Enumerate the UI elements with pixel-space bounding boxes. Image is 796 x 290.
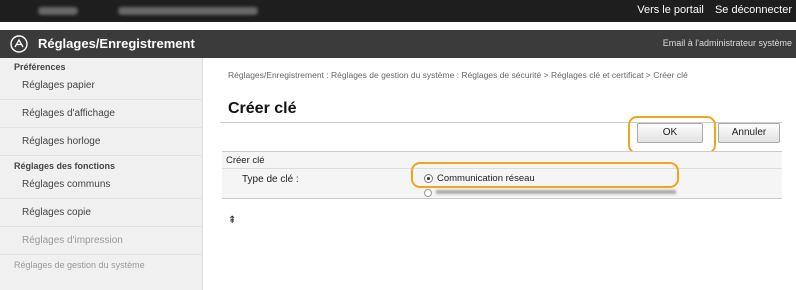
sidebar-item-copy-settings[interactable]: Réglages copie [0,199,202,227]
section-title: Créer clé [226,155,265,166]
blurred-product-name [38,7,78,15]
blurred-option-label [436,190,676,194]
top-bar: Vers le portail Se déconnecter [0,0,796,22]
sidebar-item-paper-settings[interactable]: Réglages papier [0,72,202,100]
radio-second-option[interactable] [424,189,684,197]
sidebar-item-print-settings[interactable]: Réglages d'impression [0,227,202,255]
blurred-device-name [118,7,258,15]
option-highlight-ring [411,162,679,188]
main-content: Réglages/Enregistrement : Réglages de ge… [212,58,796,290]
radio-unselected-icon[interactable] [424,189,432,197]
app-title: Réglages/Enregistrement [38,36,195,51]
title-bar: Réglages/Enregistrement Email à l'admini… [0,30,796,58]
top-links: Vers le portail Se déconnecter [629,4,792,16]
breadcrumb: Réglages/Enregistrement : Réglages de ge… [228,70,688,80]
portal-link[interactable]: Vers le portail [637,4,704,16]
admin-email-link[interactable]: Email à l'administrateur système [663,38,792,48]
sidebar-item-display-settings[interactable]: Réglages d'affichage [0,100,202,128]
sidebar-item-clock-settings[interactable]: Réglages horloge [0,128,202,156]
sidebar-section-function-settings: Réglages des fonctions [14,161,116,171]
sidebar-section-preferences: Préférences [14,62,66,72]
settings-registration-icon [10,35,28,53]
sidebar-item-common-settings[interactable]: Réglages communs [0,171,202,199]
sidebar: Préférences Réglages papier Réglages d'a… [0,58,203,290]
back-to-top-icon[interactable]: ⇞ [228,215,236,226]
sidebar-section-system-management[interactable]: Réglages de gestion du système [0,255,202,270]
ok-button[interactable]: OK [637,123,703,143]
logout-link[interactable]: Se déconnecter [715,4,792,16]
page-title: Créer clé [228,100,297,117]
key-type-label: Type de clé : [242,174,299,185]
cancel-button[interactable]: Annuler [718,123,780,143]
